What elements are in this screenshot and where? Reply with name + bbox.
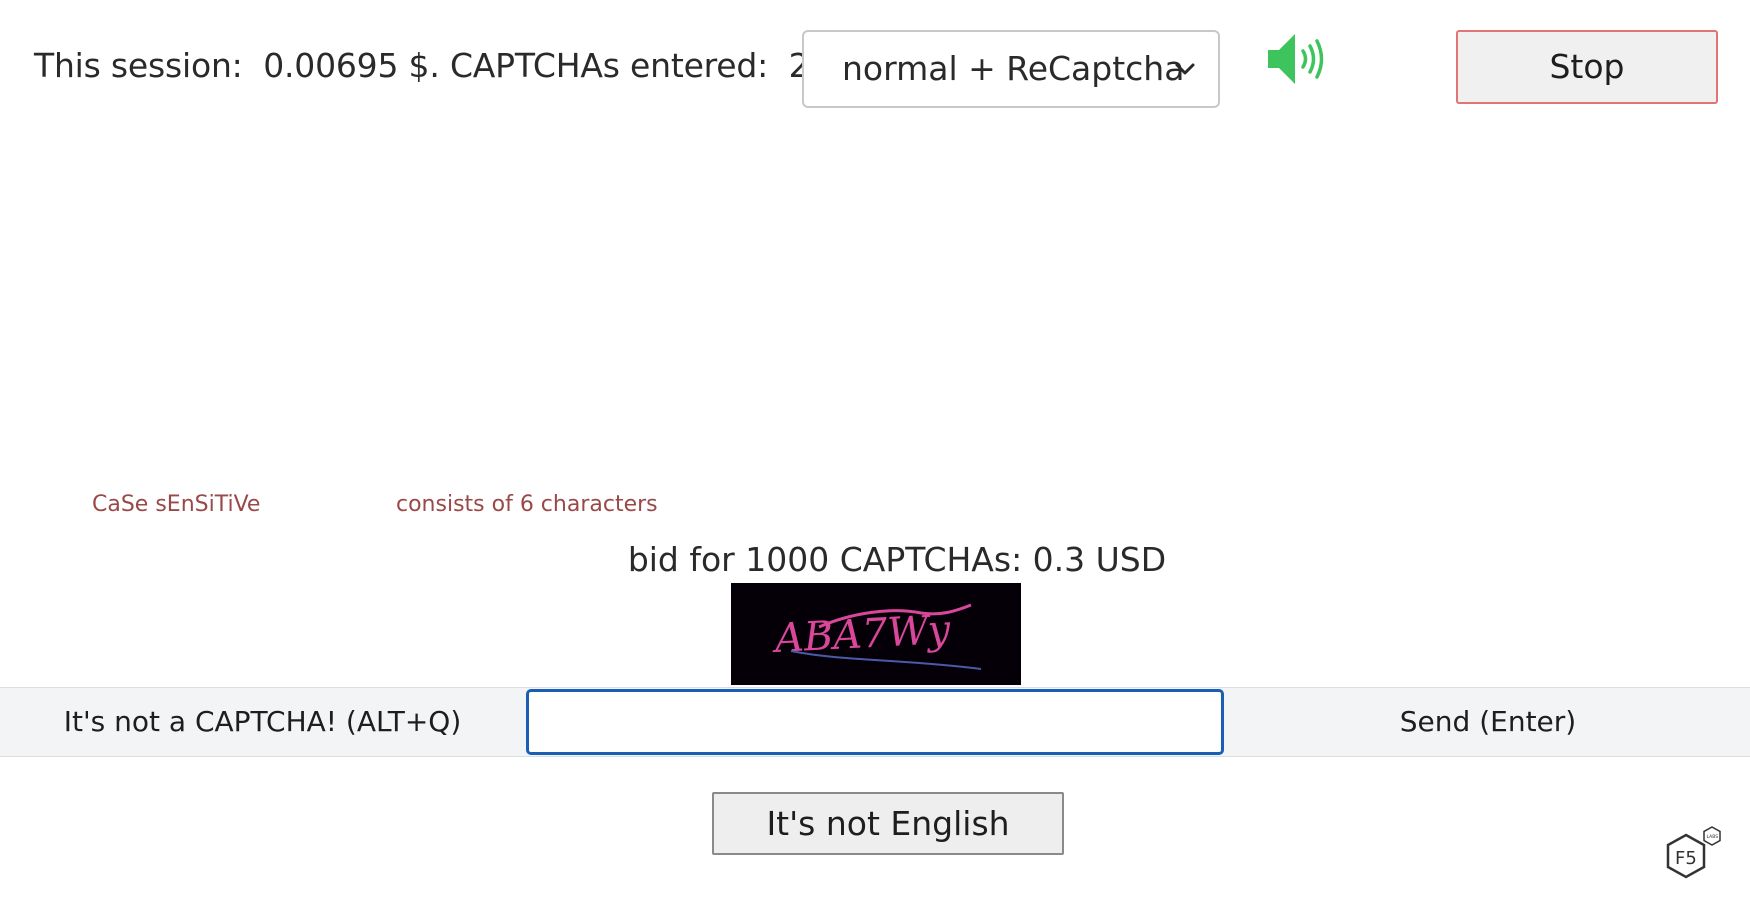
- answer-bar: It's not a CAPTCHA! (ALT+Q) Send (Enter): [0, 687, 1750, 757]
- session-label: This session:: [34, 46, 243, 85]
- f5-logo-sub: LABS: [1707, 834, 1719, 840]
- f5-logo-text: F5: [1675, 848, 1697, 869]
- mode-select[interactable]: normal + ReCaptcha: [802, 30, 1220, 108]
- not-english-button[interactable]: It's not English: [712, 792, 1064, 855]
- case-sensitive-hint: CaSe sEnSiTiVe: [92, 492, 261, 517]
- captcha-answer-input[interactable]: [526, 689, 1224, 755]
- speaker-icon[interactable]: [1265, 30, 1329, 88]
- session-amount: 0.00695 $.: [263, 46, 440, 85]
- send-button[interactable]: Send (Enter): [1226, 688, 1750, 756]
- stop-button[interactable]: Stop: [1456, 30, 1718, 104]
- bid-label: bid for 1000 CAPTCHAs: 0.3 USD: [627, 540, 1167, 579]
- bid-text: bid for 1000 CAPTCHAs: 0.3 USD: [0, 538, 1750, 582]
- mode-select-value: normal + ReCaptcha: [842, 49, 1185, 88]
- length-hint: consists of 6 characters: [396, 492, 658, 517]
- not-a-captcha-button[interactable]: It's not a CAPTCHA! (ALT+Q): [0, 688, 525, 756]
- chevron-down-icon: [1175, 63, 1195, 75]
- session-stats: This session: 0.00695 $. CAPTCHAs entere…: [34, 44, 841, 88]
- f5-labs-logo: F5 LABS: [1666, 826, 1721, 879]
- captcha-image: ABA7Wy: [731, 583, 1021, 685]
- captchas-entered-label: CAPTCHAs entered:: [449, 46, 769, 85]
